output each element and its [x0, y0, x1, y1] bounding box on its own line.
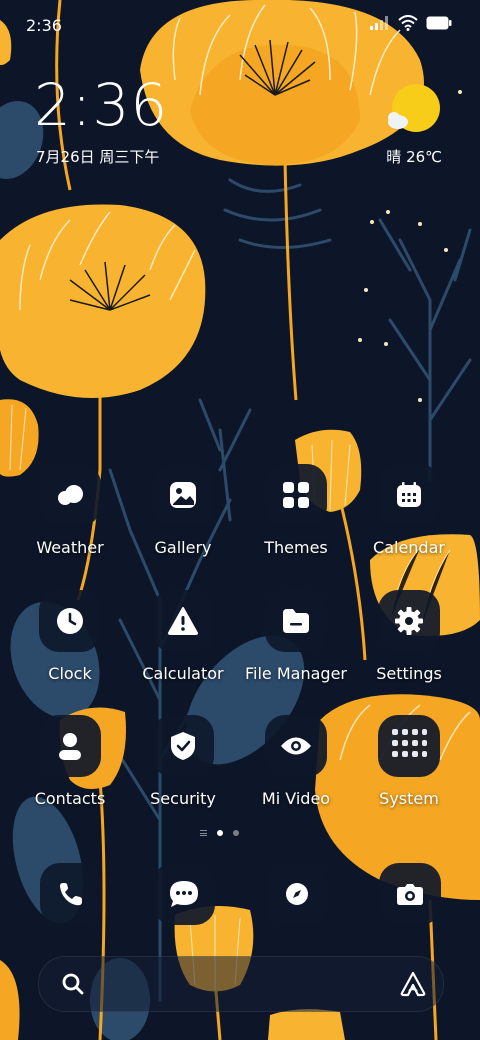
folder-grid-icon — [378, 715, 440, 777]
status-icons — [370, 15, 452, 31]
app-weather[interactable]: Weather — [14, 464, 126, 557]
dock-messages[interactable] — [153, 863, 215, 925]
app-security[interactable]: Security — [127, 715, 239, 808]
themes-grid-icon — [265, 464, 327, 526]
app-label: Themes — [264, 538, 328, 557]
signal-icon — [370, 16, 388, 30]
contact-icon — [39, 715, 101, 777]
app-label: Calendar — [373, 538, 445, 557]
phone-icon — [60, 883, 82, 906]
page-indicator[interactable] — [200, 830, 239, 836]
shield-check-icon — [152, 715, 214, 777]
clock-widget-time[interactable]: 2:36 — [34, 76, 168, 134]
app-settings[interactable]: Settings — [353, 590, 465, 683]
app-gallery[interactable]: Gallery — [127, 464, 239, 557]
page-list-icon — [200, 830, 207, 836]
gallery-icon — [152, 464, 214, 526]
assistant-icon[interactable] — [399, 971, 427, 997]
app-contacts[interactable]: Contacts — [14, 715, 126, 808]
status-time: 2:36 — [26, 16, 62, 35]
app-label: Settings — [376, 664, 442, 683]
app-mi-video[interactable]: Mi Video — [240, 715, 352, 808]
page-dot-1 — [217, 830, 223, 836]
app-calendar[interactable]: Calendar — [353, 464, 465, 557]
app-themes[interactable]: Themes — [240, 464, 352, 557]
weather-text: 晴 26℃ — [386, 148, 442, 166]
weather-widget[interactable] — [384, 84, 444, 140]
status-bar: 2:36 — [0, 0, 480, 52]
search-bar[interactable] — [38, 956, 444, 1012]
app-calculator[interactable]: Calculator — [127, 590, 239, 683]
app-clock[interactable]: Clock — [14, 590, 126, 683]
app-label: Weather — [36, 538, 104, 557]
calendar-icon — [378, 464, 440, 526]
camera-icon — [397, 884, 423, 905]
app-label: Security — [150, 789, 216, 808]
clock-icon — [39, 590, 101, 652]
app-system-folder[interactable]: System — [353, 715, 465, 808]
clock-widget-date: 7月26日 周三下午 — [36, 148, 160, 166]
message-icon — [170, 881, 198, 907]
battery-icon — [426, 16, 452, 30]
compass-icon — [286, 883, 308, 905]
app-label: File Manager — [245, 664, 347, 683]
app-file-manager[interactable]: File Manager — [240, 590, 352, 683]
page-dot-2 — [233, 830, 239, 836]
app-label: Mi Video — [261, 789, 331, 808]
app-label: Gallery — [154, 538, 212, 557]
warning-triangle-icon — [152, 590, 214, 652]
app-label: Clock — [48, 664, 92, 683]
sun-cloud-icon — [388, 84, 440, 132]
app-label: System — [379, 789, 439, 808]
weather-cloud-icon — [39, 464, 101, 526]
wifi-icon — [398, 15, 418, 31]
gear-icon — [378, 590, 440, 652]
app-label: Calculator — [142, 664, 224, 683]
folder-icon — [265, 590, 327, 652]
eye-icon — [265, 715, 327, 777]
dock-browser[interactable] — [266, 863, 328, 925]
dock-phone[interactable] — [40, 863, 102, 925]
dock-camera[interactable] — [379, 863, 441, 925]
search-icon — [62, 973, 84, 995]
app-label: Contacts — [34, 789, 106, 808]
